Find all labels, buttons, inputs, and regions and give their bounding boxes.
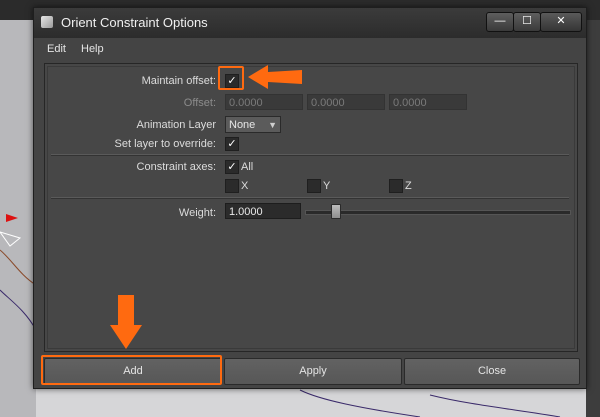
- weight-slider-handle[interactable]: [331, 204, 342, 219]
- maintain-offset-label: Maintain offset:: [141, 75, 216, 87]
- arrow-down-icon: [110, 295, 142, 349]
- weight-field[interactable]: 1.0000: [225, 203, 301, 219]
- offset-z-field[interactable]: 0.0000: [389, 94, 467, 110]
- close-button[interactable]: Close: [404, 358, 580, 385]
- axis-z-label: Z: [405, 180, 412, 192]
- weight-slider-track[interactable]: [305, 210, 571, 215]
- maintain-offset-highlight: [218, 66, 244, 90]
- offset-x-field[interactable]: 0.0000: [225, 94, 303, 110]
- separator: [51, 197, 569, 199]
- animation-layer-select[interactable]: None ▼: [225, 116, 281, 133]
- axis-y-label: Y: [323, 180, 331, 192]
- set-layer-checkbox[interactable]: ✓: [225, 137, 239, 151]
- axis-all-checkbox[interactable]: ✓: [225, 160, 239, 174]
- axis-all-label: All: [241, 161, 254, 173]
- set-layer-label: Set layer to override:: [114, 138, 217, 150]
- minimize-button[interactable]: —: [486, 12, 514, 32]
- separator: [51, 154, 569, 156]
- animation-layer-value: None: [229, 119, 256, 131]
- menu-edit[interactable]: Edit: [47, 43, 66, 55]
- axis-x-label: X: [241, 180, 249, 192]
- app-icon: [41, 16, 53, 28]
- arrow-left-icon: [248, 65, 302, 89]
- menu-bar: Edit Help: [34, 38, 586, 60]
- axis-z-checkbox[interactable]: [389, 179, 403, 193]
- title-bar[interactable]: Orient Constraint Options — ☐ ✕: [34, 8, 586, 38]
- window-close-button[interactable]: ✕: [540, 12, 582, 32]
- menu-help[interactable]: Help: [81, 43, 104, 55]
- offset-label: Offset:: [183, 97, 216, 109]
- weight-label: Weight:: [178, 207, 216, 219]
- constraint-axes-label: Constraint axes:: [136, 161, 216, 173]
- offset-y-field[interactable]: 0.0000: [307, 94, 385, 110]
- axis-x-checkbox[interactable]: [225, 179, 239, 193]
- maximize-button[interactable]: ☐: [513, 12, 541, 32]
- add-button-highlight: [41, 355, 222, 385]
- chevron-down-icon: ▼: [268, 120, 277, 130]
- axis-y-checkbox[interactable]: [307, 179, 321, 193]
- animation-layer-label: Animation Layer: [136, 119, 217, 131]
- window-title: Orient Constraint Options: [61, 15, 208, 30]
- apply-button[interactable]: Apply: [224, 358, 402, 385]
